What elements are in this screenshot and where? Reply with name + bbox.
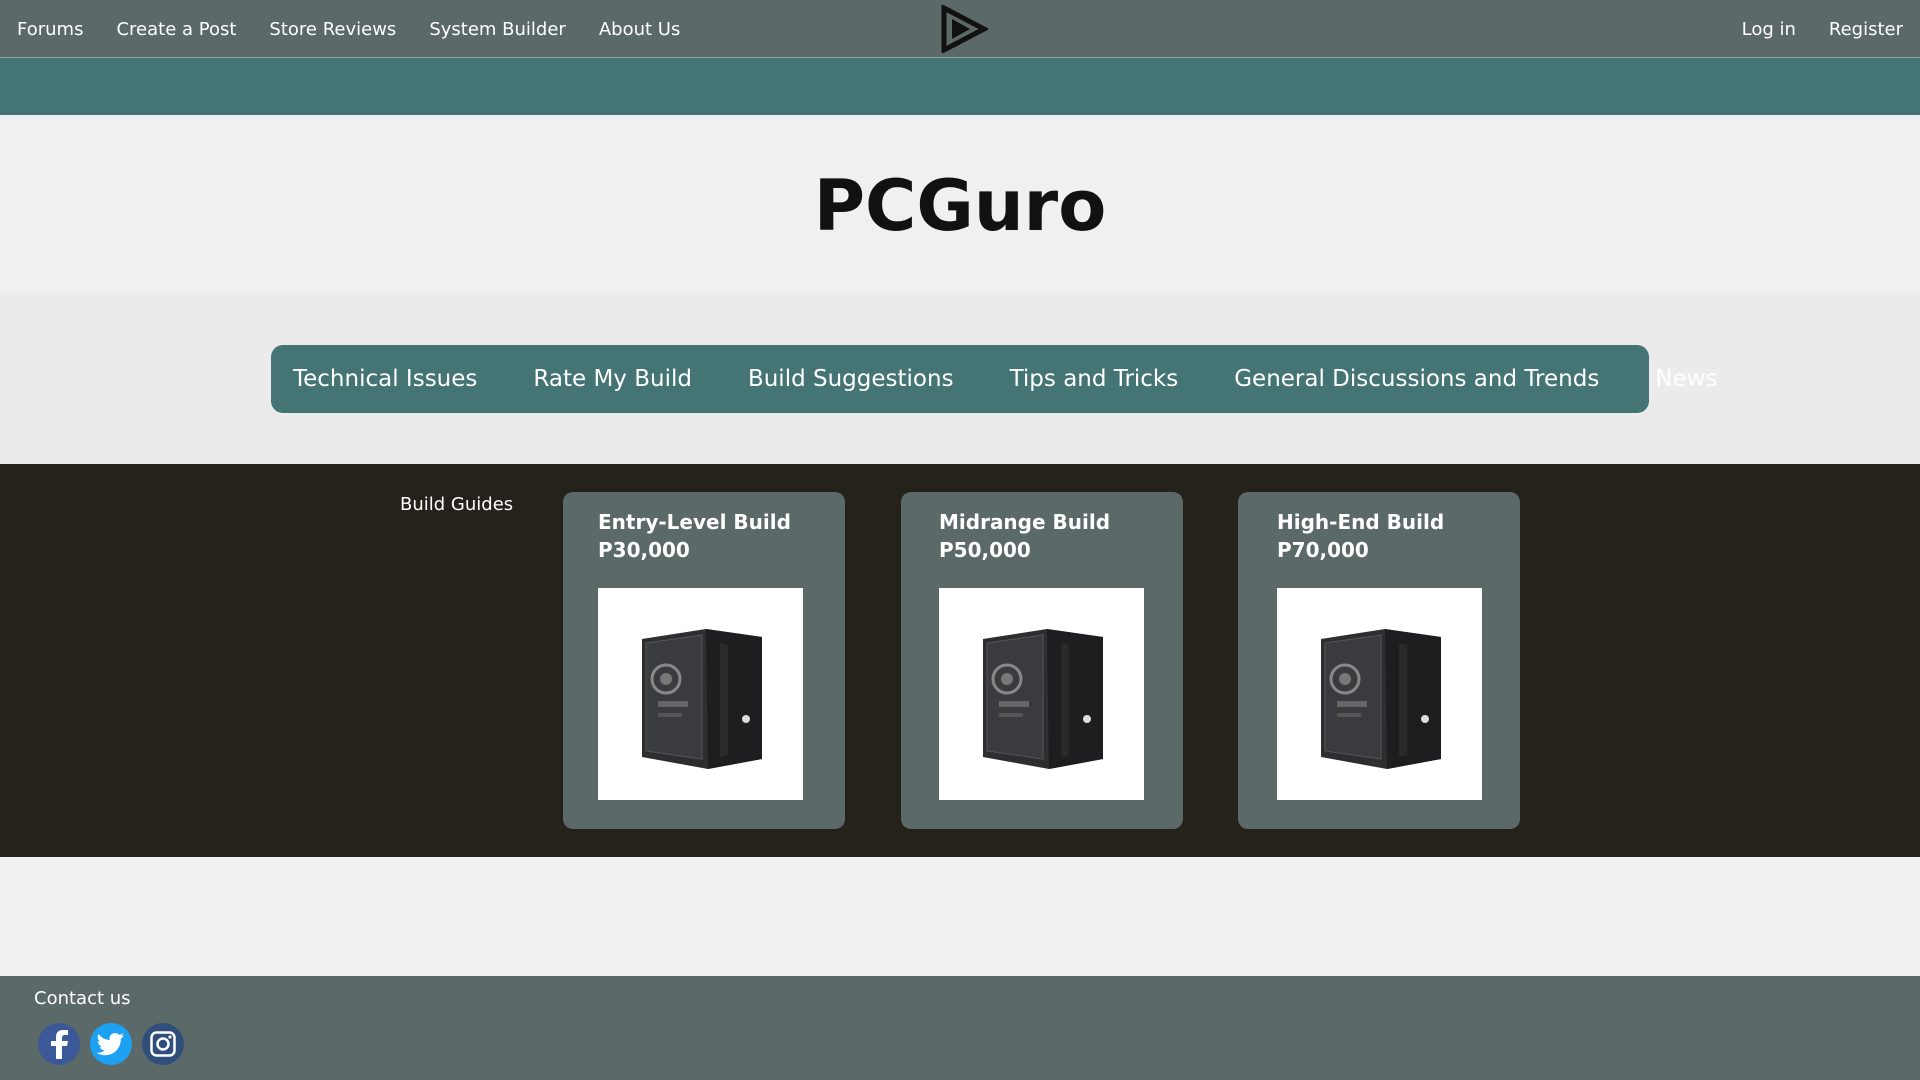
top-navigation: Forums Create a Post Store Reviews Syste… bbox=[0, 0, 1920, 58]
facebook-icon[interactable] bbox=[38, 1023, 80, 1065]
instagram-icon[interactable] bbox=[142, 1023, 184, 1065]
category-build-suggestions[interactable]: Build Suggestions bbox=[748, 366, 954, 392]
pc-case-image bbox=[1277, 588, 1482, 800]
category-technical-issues[interactable]: Technical Issues bbox=[293, 366, 477, 392]
build-card-title: Entry-Level Build bbox=[598, 510, 791, 534]
register-link[interactable]: Register bbox=[1829, 19, 1903, 40]
hero-section: PCGuro bbox=[0, 115, 1920, 293]
build-card-midrange[interactable]: Midrange Build P50,000 bbox=[901, 492, 1183, 829]
nav-forums-link[interactable]: Forums bbox=[17, 19, 83, 40]
build-card-price: P50,000 bbox=[939, 538, 1031, 562]
category-general-discussions[interactable]: General Discussions and Trends bbox=[1234, 366, 1599, 392]
nav-create-post-link[interactable]: Create a Post bbox=[116, 19, 236, 40]
contact-us-label: Contact us bbox=[34, 988, 131, 1009]
nav-left-links: Forums Create a Post Store Reviews Syste… bbox=[17, 0, 713, 58]
category-bar: Technical Issues Rate My Build Build Sug… bbox=[271, 345, 1717, 413]
site-title: PCGuro bbox=[813, 165, 1107, 247]
category-section: Technical Issues Rate My Build Build Sug… bbox=[0, 293, 1920, 464]
build-card-entry-level[interactable]: Entry-Level Build P30,000 bbox=[563, 492, 845, 829]
category-rate-my-build[interactable]: Rate My Build bbox=[533, 366, 692, 392]
pc-case-image bbox=[939, 588, 1144, 800]
build-card-price: P30,000 bbox=[598, 538, 690, 562]
nav-system-builder-link[interactable]: System Builder bbox=[429, 19, 566, 40]
build-card-price: P70,000 bbox=[1277, 538, 1369, 562]
nav-about-us-link[interactable]: About Us bbox=[599, 19, 681, 40]
nav-store-reviews-link[interactable]: Store Reviews bbox=[269, 19, 396, 40]
login-link[interactable]: Log in bbox=[1742, 19, 1796, 40]
footer: Contact us bbox=[0, 976, 1920, 1080]
category-news[interactable]: News bbox=[1655, 366, 1717, 392]
twitter-icon[interactable] bbox=[90, 1023, 132, 1065]
pc-case-image bbox=[598, 588, 803, 800]
build-card-title: High-End Build bbox=[1277, 510, 1445, 534]
build-card-high-end[interactable]: High-End Build P70,000 bbox=[1238, 492, 1520, 829]
build-card-title: Midrange Build bbox=[939, 510, 1111, 534]
play-triangle-logo-icon[interactable] bbox=[940, 5, 988, 53]
nav-right-links: Log in Register bbox=[1709, 0, 1903, 58]
category-tips-and-tricks[interactable]: Tips and Tricks bbox=[1010, 366, 1179, 392]
build-guides-section: Build Guides Entry-Level Build P30,000 M… bbox=[0, 464, 1920, 857]
teal-banner bbox=[0, 58, 1920, 115]
build-guides-label: Build Guides bbox=[400, 494, 514, 515]
